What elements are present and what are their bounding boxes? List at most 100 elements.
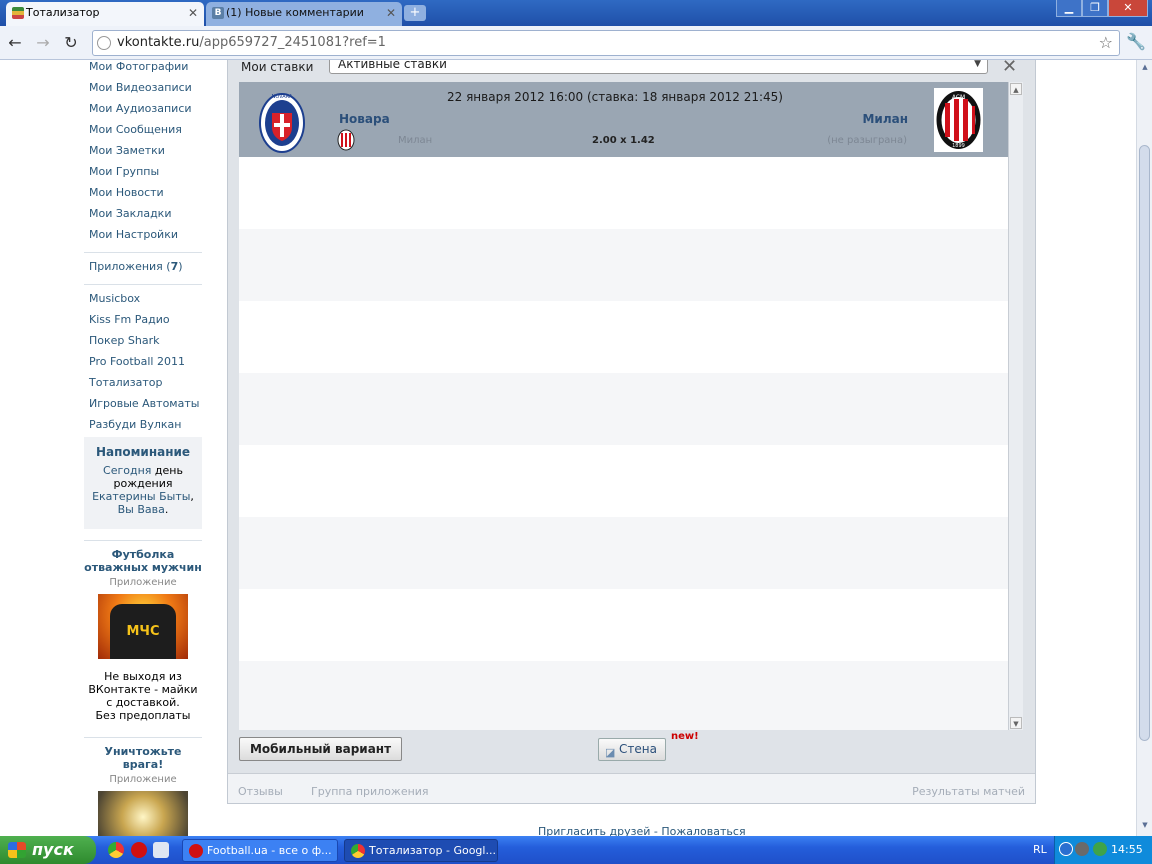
utorrent-icon[interactable] (1093, 842, 1107, 856)
link-app-group[interactable]: Группа приложения (311, 785, 429, 798)
chrome-icon[interactable] (108, 842, 124, 858)
nav-app-pro-football[interactable]: Pro Football 2011 (84, 355, 202, 376)
ad-title[interactable]: Уничтожьте врага! (84, 745, 202, 771)
ad-game[interactable]: Уничтожьте врага! Приложение (84, 737, 202, 836)
nav-my-groups[interactable]: Мои Группы (84, 165, 202, 186)
opera-icon[interactable] (131, 842, 147, 858)
close-icon[interactable]: ✕ (1002, 60, 1017, 77)
taskbar-item-opera[interactable]: Football.ua - все о ф... (182, 839, 338, 862)
reminder-today-link[interactable]: Сегодня (103, 464, 151, 477)
windows-taskbar: пуск Football.ua - все о ф... Тотализато… (0, 836, 1152, 864)
list-stripe (239, 661, 1008, 730)
tab-title: (1) Новые комментарии (226, 6, 364, 19)
ad-image-tshirt[interactable]: МЧС (98, 594, 188, 659)
bet-odds: 2.00 x 1.42 (592, 135, 655, 146)
bookmark-star-icon[interactable]: ☆ (1099, 33, 1113, 52)
nav-app-totalizator[interactable]: Тотализатор (84, 376, 202, 397)
address-bar[interactable]: vkontakte.ru/app659727_2451081?ref=1 ☆ (92, 30, 1120, 56)
start-label: пуск (32, 840, 74, 859)
novara-logo-icon: NOVARA (259, 93, 305, 153)
tshirt-icon: МЧС (110, 604, 176, 659)
svg-text:1899: 1899 (952, 143, 965, 149)
wall-button[interactable]: ◪ Стена (598, 738, 666, 761)
complain-link[interactable]: Пожаловаться (661, 825, 745, 836)
new-tab-button[interactable]: + (404, 5, 426, 21)
taskbar-item-chrome[interactable]: Тотализатор - Googl... (344, 839, 498, 862)
language-indicator[interactable]: RL (1033, 843, 1047, 856)
away-team: Милан (862, 112, 908, 126)
system-tray: RL 14:55 (1033, 836, 1152, 864)
scroll-down-icon[interactable]: ▼ (1010, 717, 1022, 729)
page-scrollbar[interactable]: ▲ ▼ (1136, 60, 1152, 836)
minimize-icon[interactable]: ▁ (1056, 0, 1082, 17)
scroll-up-icon[interactable]: ▲ (1139, 63, 1151, 75)
scroll-down-icon[interactable]: ▼ (1139, 821, 1151, 833)
ad-tshirt[interactable]: Футболка отважных мужчин Приложение МЧС … (84, 540, 202, 722)
list-stripe (239, 229, 1008, 301)
scrollbar-thumb[interactable] (1139, 145, 1150, 741)
windows-logo-icon (8, 842, 26, 858)
svg-text:ACM: ACM (952, 94, 965, 101)
document-icon[interactable] (153, 842, 169, 858)
apps-label: Приложения ( (89, 260, 171, 273)
nav-app-slots[interactable]: Игровые Автоматы (84, 397, 202, 418)
close-icon[interactable]: ✕ (386, 2, 396, 24)
ad-desc-line2: Без предоплаты (95, 709, 191, 722)
chevron-left-icon[interactable] (1059, 842, 1073, 856)
globe-icon (97, 36, 111, 50)
chrome-icon (351, 844, 365, 858)
nav-my-photos[interactable]: Мои Фотографии (84, 60, 202, 81)
nav-my-bookmarks[interactable]: Мои Закладки (84, 207, 202, 228)
wall-button-label: Стена (619, 742, 657, 756)
ad-title[interactable]: Футболка отважных мужчин (84, 548, 202, 574)
bets-list-scrollbar[interactable]: ▲ ▼ (1008, 82, 1023, 730)
nav-app-kissfm[interactable]: Kiss Fm Радио (84, 313, 202, 334)
reminder-person-link[interactable]: Екатерины Быты (92, 490, 190, 503)
reminder-person2-link[interactable]: Вы Вава (118, 503, 165, 516)
nav-my-notes[interactable]: Мои Заметки (84, 144, 202, 165)
maximize-icon[interactable]: ❐ (1082, 0, 1108, 17)
invite-friends-link[interactable]: Пригласить друзей (538, 825, 650, 836)
nav-my-news[interactable]: Мои Новости (84, 186, 202, 207)
list-stripe (239, 373, 1008, 445)
bets-filter-select[interactable]: Активные ставки ▼ (329, 60, 988, 74)
page-viewport: Мои Фотографии Мои Видеозаписи Мои Аудио… (0, 60, 1136, 836)
bets-list: NOVARA 22 января 2012 16:00 (ставка: 18 … (239, 82, 1008, 730)
close-icon[interactable]: ✕ (188, 2, 198, 24)
list-stripe (239, 589, 1008, 661)
mobile-version-button[interactable]: Мобильный вариант (239, 737, 402, 761)
start-button[interactable]: пуск (0, 836, 96, 864)
bet-row[interactable]: NOVARA 22 января 2012 16:00 (ставка: 18 … (239, 82, 1008, 157)
nav-app-volcano[interactable]: Разбуди Вулкан (84, 418, 202, 439)
forward-arrow-icon[interactable]: → (32, 32, 54, 54)
tab-totalizator[interactable]: Тотализатор ✕ (6, 2, 204, 26)
ad-subtitle: Приложение (109, 774, 177, 785)
skype-icon[interactable] (1075, 842, 1089, 856)
reminder-box: Напоминание Сегодня день рождения Екатер… (84, 437, 202, 529)
browser-tab-bar: Тотализатор ✕ B (1) Новые комментарии ✕ … (0, 0, 1152, 26)
bet-status: (не разыграна) (827, 135, 907, 146)
left-nav: Мои Фотографии Мои Видеозаписи Мои Аудио… (84, 60, 202, 439)
nav-app-poker-shark[interactable]: Покер Shark (84, 334, 202, 355)
window-close-icon[interactable]: ✕ (1108, 0, 1148, 17)
nav-my-messages[interactable]: Мои Сообщения (84, 123, 202, 144)
nav-app-musicbox[interactable]: Musicbox (84, 292, 202, 313)
browser-toolbar: ← → ↻ vkontakte.ru/app659727_2451081?ref… (0, 26, 1152, 60)
link-reviews[interactable]: Отзывы (238, 785, 283, 798)
nav-my-videos[interactable]: Мои Видеозаписи (84, 81, 202, 102)
reload-icon[interactable]: ↻ (60, 32, 82, 54)
ad-description: Не выходя из ВКонтакте - майки с доставк… (84, 670, 202, 722)
nav-applications[interactable]: Приложения (7) (84, 260, 202, 281)
bets-filter-value: Активные ставки (338, 60, 447, 71)
apps-label-close: ) (178, 260, 183, 273)
nav-my-settings[interactable]: Мои Настройки (84, 228, 202, 249)
wrench-icon[interactable]: 🔧 (1126, 32, 1146, 51)
link-match-results[interactable]: Результаты матчей (912, 785, 1025, 798)
tab-new-comments[interactable]: B (1) Новые комментарии ✕ (206, 2, 402, 26)
url-text[interactable]: vkontakte.ru/app659727_2451081?ref=1 (117, 35, 386, 50)
ad-image-explosion[interactable] (98, 791, 188, 836)
nav-my-audio[interactable]: Мои Аудиозаписи (84, 102, 202, 123)
list-stripe (239, 517, 1008, 589)
back-arrow-icon[interactable]: ← (4, 32, 26, 54)
scroll-up-icon[interactable]: ▲ (1010, 83, 1022, 95)
